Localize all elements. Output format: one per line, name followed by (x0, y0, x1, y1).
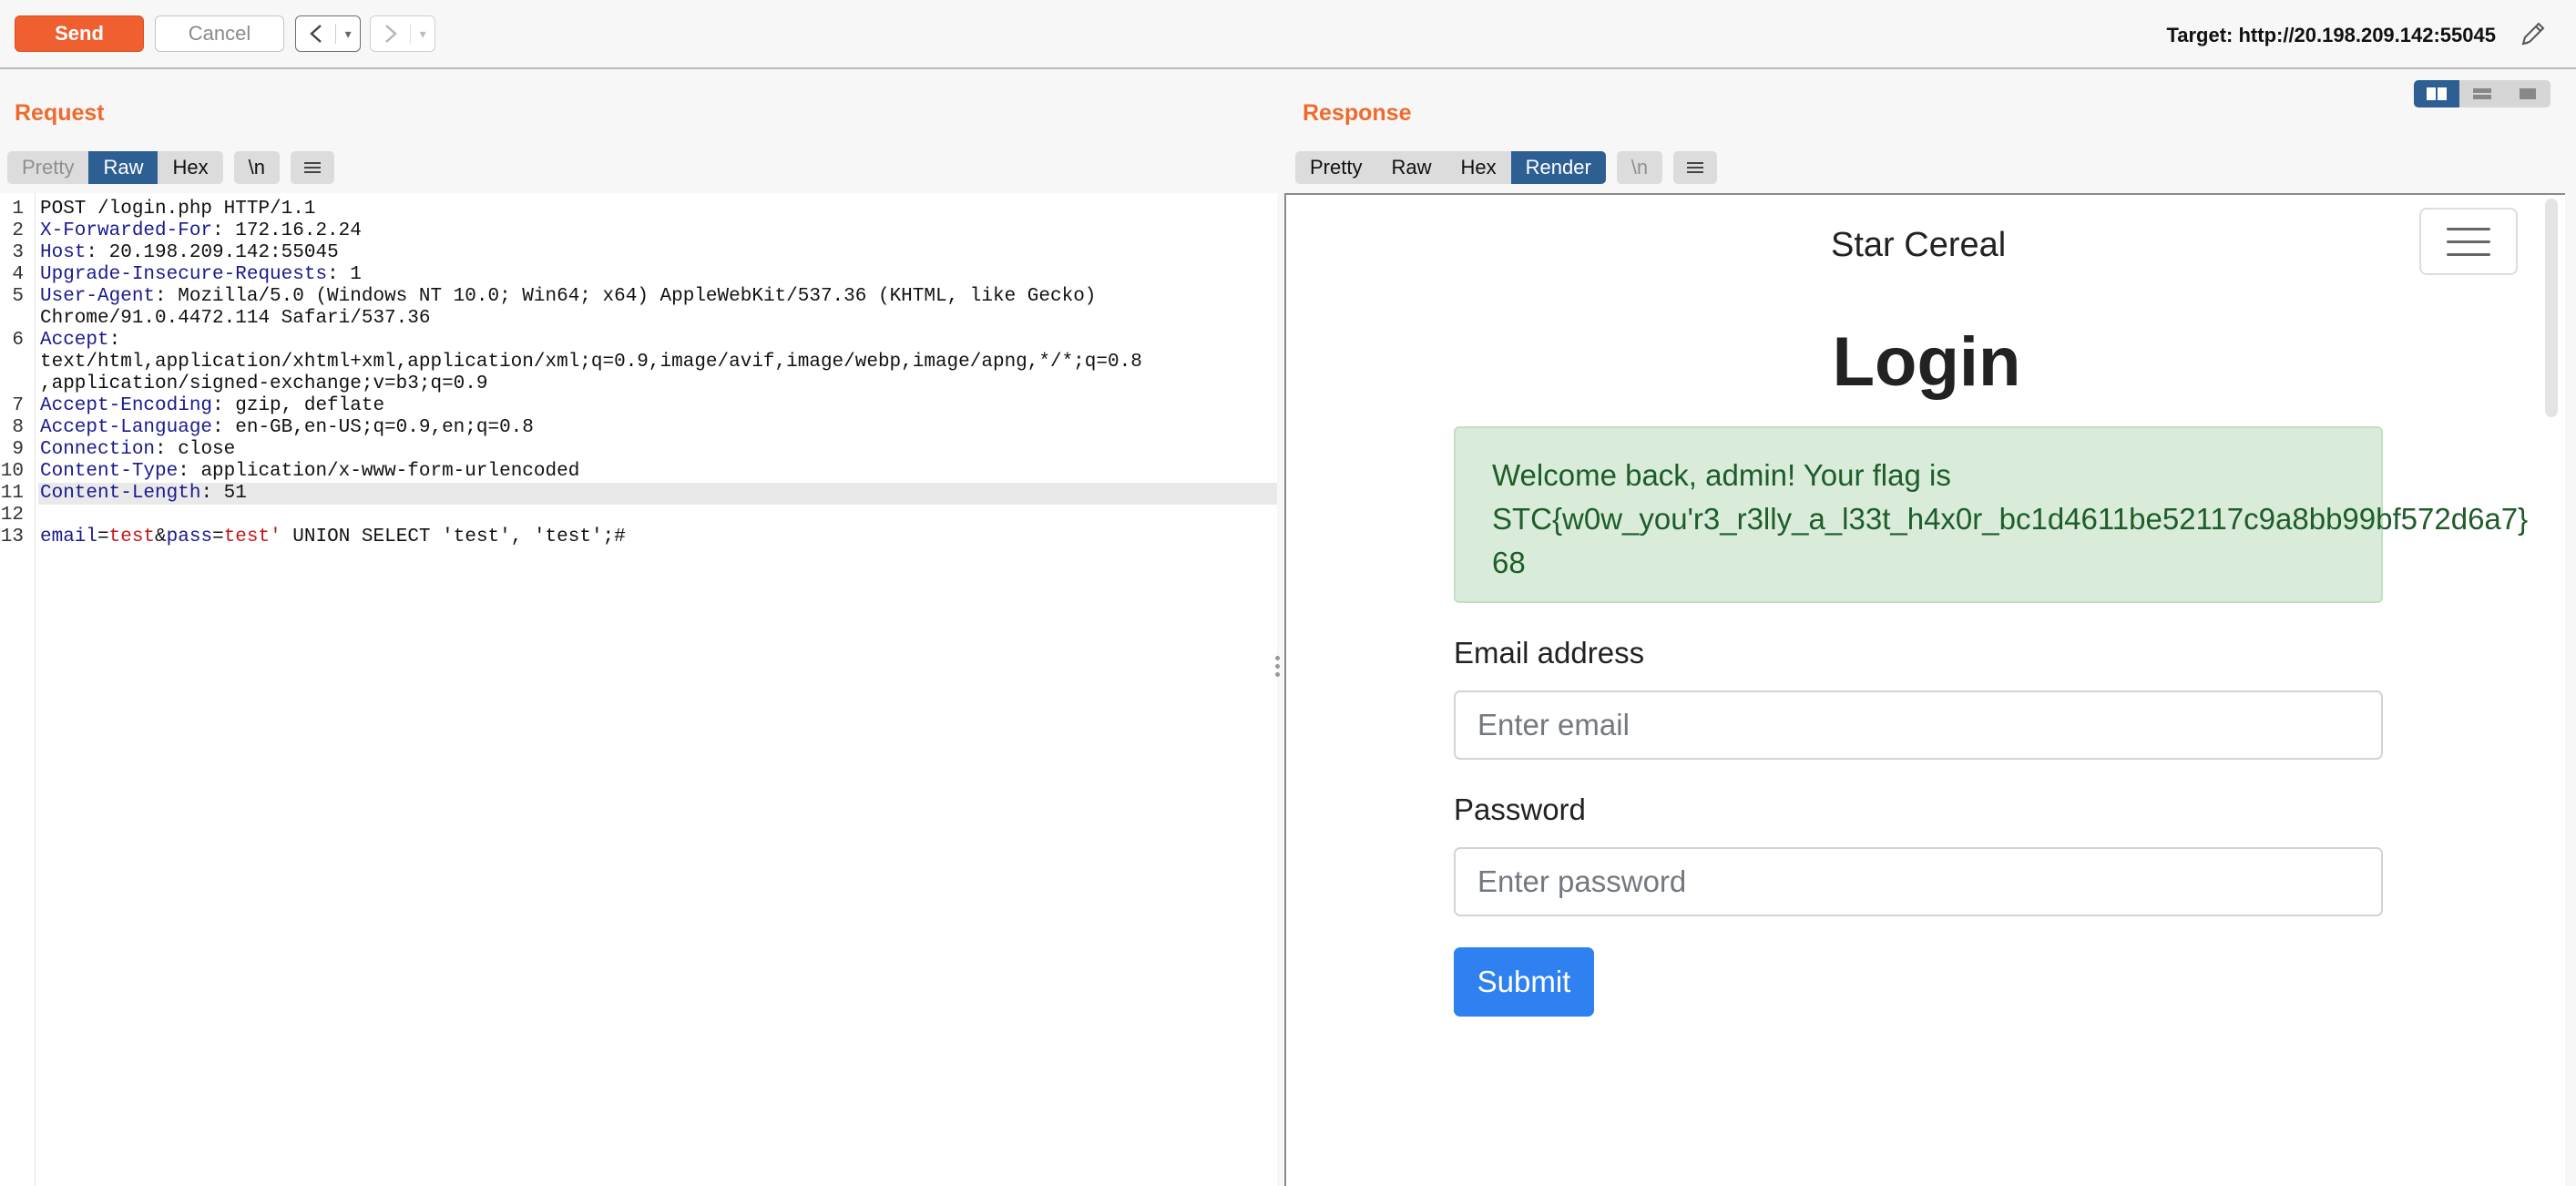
code-line: 9 Connection: close (12, 439, 236, 460)
request-newline-toggle[interactable]: \n (233, 151, 280, 184)
submit-button[interactable]: Submit (1454, 947, 1594, 1017)
pencil-icon[interactable] (2518, 18, 2549, 49)
hamburger-icon (1687, 162, 1704, 173)
navbar-brand[interactable]: Star Cereal (1831, 226, 2006, 265)
email-field[interactable] (1454, 690, 2383, 760)
password-label: Password (1454, 792, 1586, 826)
response-tab-raw[interactable]: Raw (1376, 151, 1446, 184)
response-tab-hex[interactable]: Hex (1446, 151, 1511, 184)
code-line: 2 X-Forwarded-For: 172.16.2.24 (12, 220, 362, 241)
forward-dropdown-icon[interactable]: ▾ (410, 24, 434, 44)
chevron-right-icon (371, 24, 410, 44)
response-tab-pretty[interactable]: Pretty (1295, 151, 1377, 184)
hamburger-icon (303, 162, 321, 173)
request-tab-hex[interactable]: Hex (158, 151, 223, 184)
toolbar: Send Cancel ▾ ▾ Target: http://20.198.20… (0, 0, 2576, 69)
response-render-view: Star Cereal Login Welcome back, admin! Y… (1284, 193, 2565, 1186)
response-tabs: Pretty Raw Hex Render \n (1295, 151, 1718, 184)
code-line-body: 13 email=test&pass=test' UNION SELECT 'te… (0, 527, 626, 547)
back-button[interactable]: ▾ (295, 15, 361, 52)
code-line: 6 Accept: (12, 330, 121, 351)
cancel-button[interactable]: Cancel (155, 15, 284, 52)
success-alert: Welcome back, admin! Your flag is STC{w0… (1454, 426, 2528, 603)
send-button[interactable]: Send (15, 15, 144, 52)
request-tab-pretty[interactable]: Pretty (7, 151, 89, 184)
response-tab-render[interactable]: Render (1510, 151, 1606, 184)
chevron-left-icon (296, 24, 335, 44)
code-line: 7 Accept-Encoding: gzip, deflate (12, 395, 385, 416)
request-menu-button[interactable] (290, 151, 334, 184)
code-line: text/html,application/xhtml+xml,applicat… (40, 352, 1142, 373)
request-title: Request (15, 100, 105, 126)
email-label: Email address (1454, 636, 1645, 670)
code-line: 4 Upgrade-Insecure-Requests: 1 (12, 264, 362, 285)
hamburger-icon (2447, 227, 2490, 230)
password-field[interactable] (1454, 847, 2383, 916)
response-newline-toggle[interactable]: \n (1616, 151, 1663, 184)
request-editor[interactable]: 1 POST /login.php HTTP/1.1 2 X-Forwarded-F… (0, 193, 1277, 1186)
request-tabs: Pretty Raw Hex \n (7, 151, 334, 184)
single-view-icon[interactable] (2505, 80, 2550, 107)
code-line: ,application/signed-exchange;v=b3;q=0.9 (40, 373, 488, 394)
panel-resize-handle[interactable] (1275, 656, 1281, 680)
code-line: 1 POST /login.php HTTP/1.1 (12, 199, 316, 220)
code-line: 12 (0, 505, 24, 526)
response-title: Response (1303, 100, 1412, 126)
navbar-toggler-button[interactable] (2419, 208, 2518, 275)
code-line: Chrome/91.0.4472.114 Safari/537.36 (40, 308, 431, 329)
code-line-highlighted: 11 Content-Length: 51 (1, 483, 1277, 505)
code-line: 8 Accept-Language: en-GB,en-US;q=0.9,en;q… (12, 417, 534, 438)
page-heading: Login (1832, 323, 2021, 401)
request-tab-raw[interactable]: Raw (88, 151, 158, 184)
code-line: 5 User-Agent: Mozilla/5.0 (Windows NT 10.… (12, 286, 1097, 307)
split-horizontal-view-icon[interactable] (2414, 80, 2459, 107)
split-vertical-view-icon[interactable] (2459, 80, 2505, 107)
code-line: 10 Content-Type: application/x-www-form-u… (0, 461, 580, 482)
code-line: 3 Host: 20.198.209.142:55045 (12, 242, 339, 263)
alert-message: Welcome back, admin! Your flag is STC{w0… (1492, 458, 2529, 579)
response-menu-button[interactable] (1673, 151, 1718, 184)
request-code[interactable]: 1 POST /login.php HTTP/1.1 2 X-Forwarded-F… (0, 199, 1277, 548)
back-dropdown-icon[interactable]: ▾ (335, 24, 360, 44)
forward-button[interactable]: ▾ (370, 15, 435, 52)
target-label: Target: http://20.198.209.142:55045 (2166, 24, 2496, 46)
layout-toggle (2414, 80, 2550, 107)
